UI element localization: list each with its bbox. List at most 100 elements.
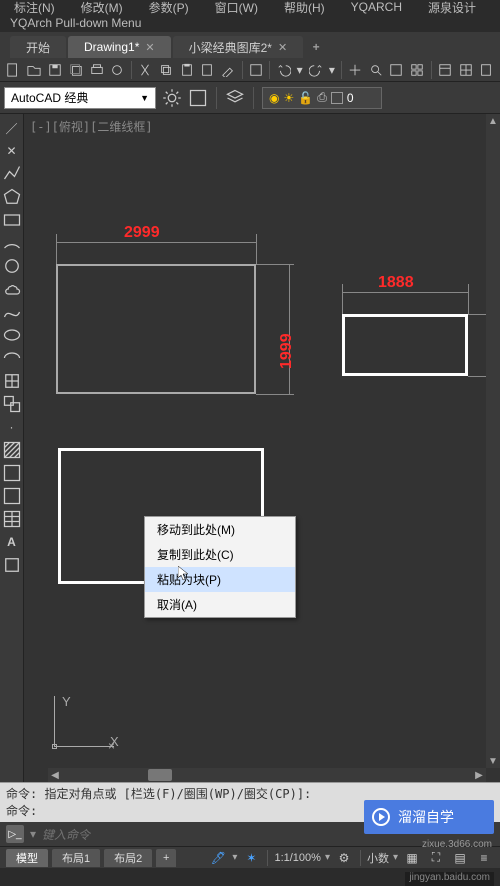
scroll-right-icon[interactable]: ▶: [472, 768, 486, 782]
text-A-icon[interactable]: A: [2, 532, 22, 552]
scroll-thumb[interactable]: [148, 769, 172, 781]
gradient-icon[interactable]: [2, 463, 22, 483]
menu-modify[interactable]: 修改(M): [77, 0, 127, 16]
command-input[interactable]: 键入命令: [42, 826, 90, 843]
insert-block-icon[interactable]: [2, 371, 22, 391]
ellipse-icon[interactable]: [2, 325, 22, 345]
gear-small-icon[interactable]: ⚙: [334, 849, 354, 867]
line-icon[interactable]: ／: [2, 118, 22, 138]
grid-icon[interactable]: [408, 60, 427, 80]
plot-icon[interactable]: [87, 60, 106, 80]
workspace-selector[interactable]: AutoCAD 经典▼: [4, 87, 156, 109]
standard-toolbar: ▾ ▾: [0, 58, 500, 82]
scale-text[interactable]: 1:1/100%: [274, 852, 320, 864]
vertical-scrollbar[interactable]: ▲ ▼: [486, 114, 500, 768]
pan-icon[interactable]: [345, 60, 364, 80]
menu-dimension[interactable]: 标注(N): [10, 0, 59, 16]
undo-dropdown-icon[interactable]: ▾: [295, 60, 304, 80]
toolpalettes-icon[interactable]: [477, 60, 496, 80]
saveas-icon[interactable]: [66, 60, 85, 80]
dim-ext: [56, 234, 57, 264]
cm-copy-here[interactable]: 复制到此处(C): [145, 542, 295, 567]
make-block-icon[interactable]: [2, 394, 22, 414]
scroll-down-icon[interactable]: ▼: [486, 754, 500, 768]
drawing-canvas[interactable]: [-][俯视][二维线框] 2999 1999 1888 888 移动到此处(M…: [24, 114, 500, 782]
command-prompt-icon[interactable]: ▷_: [6, 825, 24, 843]
hatch-icon[interactable]: [2, 440, 22, 460]
cm-move-here[interactable]: 移动到此处(M): [145, 517, 295, 542]
publish-icon[interactable]: [108, 60, 127, 80]
viewport-label[interactable]: [-][俯视][二维线框]: [30, 118, 153, 135]
clipboard-icon[interactable]: [198, 60, 217, 80]
cm-paste-as-block[interactable]: 粘贴为块(P): [145, 567, 295, 592]
rect-1[interactable]: [56, 264, 256, 394]
polyline-icon[interactable]: [2, 164, 22, 184]
tab-drawing1[interactable]: Drawing1*✕: [68, 36, 171, 58]
settings-popup-icon[interactable]: ▤: [450, 849, 470, 867]
properties-icon[interactable]: [436, 60, 455, 80]
rect-2[interactable]: [342, 314, 468, 376]
menu-window[interactable]: 窗口(W): [211, 0, 262, 16]
sheets-icon[interactable]: [456, 60, 475, 80]
grid-small-icon[interactable]: ▦: [402, 849, 422, 867]
layout2-tab[interactable]: 布局2: [104, 849, 152, 867]
revision-cloud-icon[interactable]: [2, 279, 22, 299]
watermark-url: zixue.3d66.com: [422, 839, 492, 850]
model-tab[interactable]: 模型: [6, 849, 48, 867]
tab-library[interactable]: 小梁经典图库2*✕: [173, 36, 304, 58]
construction-line-icon[interactable]: ✕: [2, 141, 22, 161]
menu-parametric[interactable]: 参数(P): [145, 0, 193, 16]
open-icon[interactable]: [25, 60, 44, 80]
point-icon[interactable]: ·: [2, 417, 22, 437]
layer-icon[interactable]: [225, 88, 245, 108]
circle-icon[interactable]: [2, 256, 22, 276]
customize-icon[interactable]: ≡: [474, 849, 494, 867]
table-icon[interactable]: [2, 509, 22, 529]
draw-toolbar: ／ ✕ · A: [0, 114, 24, 782]
cut-icon[interactable]: [136, 60, 155, 80]
undo-icon[interactable]: [274, 60, 293, 80]
layout1-tab[interactable]: 布局1: [52, 849, 100, 867]
cm-cancel[interactable]: 取消(A): [145, 592, 295, 617]
close-icon[interactable]: ✕: [145, 41, 154, 54]
fullscreen-icon[interactable]: ⛶: [426, 849, 446, 867]
menu-yqarch[interactable]: YQARCH: [347, 0, 406, 14]
annotation-scale-icon[interactable]: 🖊: [208, 849, 228, 867]
gear-icon[interactable]: [162, 88, 182, 108]
polygon-icon[interactable]: [2, 187, 22, 207]
arc-icon[interactable]: [2, 233, 22, 253]
toolbar-separator: [253, 87, 254, 109]
new-icon[interactable]: [4, 60, 23, 80]
dim-ext: [256, 394, 294, 395]
matchprops-icon[interactable]: [219, 60, 238, 80]
menu-help[interactable]: 帮助(H): [280, 0, 329, 16]
horizontal-scrollbar[interactable]: ◀ ▶: [48, 768, 486, 782]
layout-add-tab[interactable]: +: [156, 849, 176, 867]
dim-line: [289, 264, 290, 394]
ellipse-arc-icon[interactable]: [2, 348, 22, 368]
toolbar-separator: [216, 87, 217, 109]
region-icon[interactable]: [2, 486, 22, 506]
block-clip-icon[interactable]: [246, 60, 265, 80]
scroll-up-icon[interactable]: ▲: [486, 114, 500, 128]
annotation-visibility-icon[interactable]: ✶: [241, 849, 261, 867]
toolbar-separator: [131, 61, 132, 79]
workspace-save-icon[interactable]: [188, 88, 208, 108]
scroll-left-icon[interactable]: ◀: [48, 768, 62, 782]
copy-icon[interactable]: [156, 60, 175, 80]
decimal-text[interactable]: 小数: [367, 850, 389, 866]
layer-selector[interactable]: ◉ ☀ 🔓 ⎙ 0: [262, 87, 382, 109]
tab-start[interactable]: 开始: [10, 36, 66, 58]
redo-icon[interactable]: [306, 60, 325, 80]
zoom-window-icon[interactable]: [387, 60, 406, 80]
add-selected-icon[interactable]: [2, 555, 22, 575]
menu-yuanquan[interactable]: 源泉设计: [424, 0, 480, 16]
paste-icon[interactable]: [177, 60, 196, 80]
tab-new[interactable]: +: [305, 36, 327, 58]
spline-icon[interactable]: [2, 302, 22, 322]
rectangle-icon[interactable]: [2, 210, 22, 230]
save-icon[interactable]: [46, 60, 65, 80]
zoom-extents-icon[interactable]: [366, 60, 385, 80]
close-icon[interactable]: ✕: [278, 41, 287, 54]
redo-dropdown-icon[interactable]: ▾: [327, 60, 336, 80]
